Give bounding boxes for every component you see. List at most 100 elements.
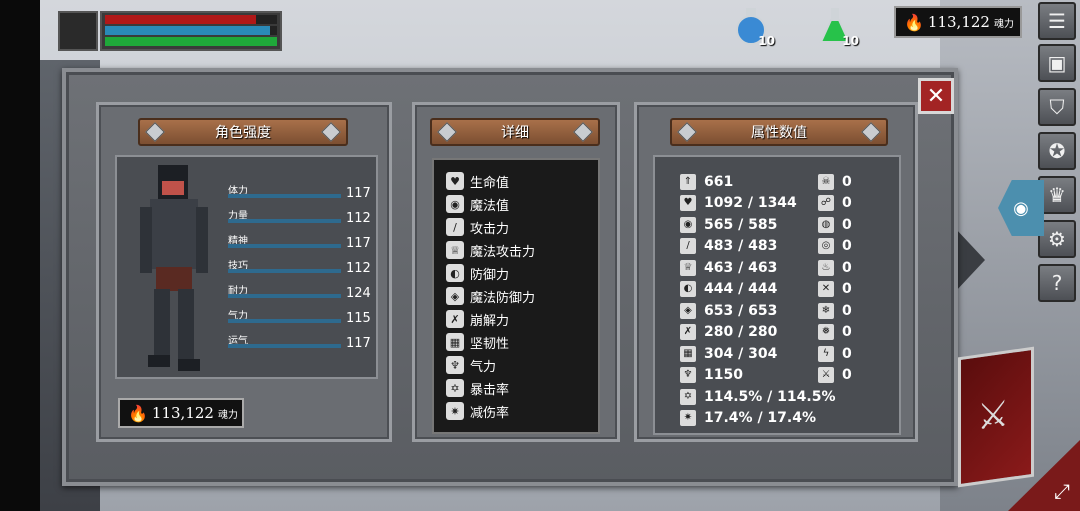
player-status-bars: [100, 11, 282, 51]
magic-attack-icon: ♕: [446, 241, 464, 259]
rivet-icon: [677, 122, 697, 142]
detail-item[interactable]: ✗ 崩解力: [446, 308, 509, 330]
resistance-row: ⚔ 0: [818, 364, 852, 385]
help-button[interactable]: ?: [1038, 264, 1076, 302]
resistance-row: ❅ 0: [818, 321, 852, 342]
attribute-value: 653 / 653: [704, 302, 778, 319]
stat-value: 124: [346, 286, 371, 301]
section-header: 角色强度: [138, 118, 348, 146]
resistance-row: ◍ 0: [818, 214, 852, 235]
blue-potion-slot[interactable]: 10: [733, 6, 775, 48]
screen-edge: [0, 0, 40, 511]
attribute-value: 463 / 463: [704, 259, 778, 276]
resistance-row: ☠ 0: [818, 171, 852, 192]
stat-value: 115: [346, 311, 371, 326]
menu-button[interactable]: ☰: [1038, 2, 1076, 40]
detail-item[interactable]: ♕ 魔法攻击力: [446, 239, 535, 261]
help-icon: ?: [1051, 271, 1063, 295]
resistance-row: ☍ 0: [818, 192, 852, 213]
fire-icon: ♨: [818, 259, 834, 276]
attribute-row: ✷ 17.4% / 17.4%: [680, 407, 816, 428]
skull-icon: ☠: [818, 173, 834, 190]
attribute-row: ◉ 565 / 585: [680, 214, 777, 235]
resistance-row: ♨ 0: [818, 257, 852, 278]
attribute-value: 661: [704, 173, 734, 190]
section-title: 详细: [501, 125, 529, 141]
green-potion-slot[interactable]: 10: [817, 6, 859, 48]
detail-item[interactable]: / 攻击力: [446, 216, 509, 238]
rivet-icon: [321, 122, 341, 142]
attribute-value: 17.4% / 17.4%: [704, 409, 816, 426]
stat-row: 力量 112: [228, 207, 371, 231]
compass-icon: ✪: [1048, 139, 1066, 163]
detail-label: 防御力: [470, 267, 510, 283]
attribute-row: ✡ 114.5% / 114.5%: [680, 386, 835, 407]
crossed-swords-icon: ⚔: [977, 393, 1010, 439]
resistance-row: ϟ0: [818, 343, 852, 364]
stat-row: 运气 117: [228, 332, 371, 356]
damage-reduction-icon: ✷: [446, 402, 464, 420]
toughness-icon: ▦: [446, 333, 464, 351]
attribute-value: 280 / 280: [704, 323, 778, 340]
detail-label: 魔法攻击力: [470, 244, 536, 260]
attribute-value: 444 / 444: [704, 280, 778, 297]
attribute-row: ♥ 1092 / 1344: [680, 192, 797, 213]
currency-unit: 魂力: [217, 409, 238, 421]
stat-bar: [228, 244, 341, 248]
frost-icon: ❄: [818, 302, 834, 319]
detail-label: 攻击力: [470, 221, 510, 237]
attribute-value: 114.5% / 114.5%: [704, 388, 836, 405]
potion-count: 10: [758, 34, 775, 48]
stat-value: 112: [346, 211, 371, 226]
detail-item[interactable]: ♥ 生命值: [446, 170, 509, 192]
detail-item[interactable]: ◐ 防御力: [446, 262, 509, 284]
close-button[interactable]: ✕: [918, 78, 954, 114]
stat-bar: [228, 294, 341, 298]
detail-item[interactable]: ✡ 暴击率: [446, 377, 509, 399]
magic-shield-icon: ◈: [446, 287, 464, 305]
detail-item[interactable]: ▦ 坚韧性: [446, 331, 509, 353]
stat-value: 117: [346, 336, 371, 351]
rivet-icon: [145, 122, 165, 142]
stat-row: 技巧 112: [228, 257, 371, 281]
heart-icon: ♥: [680, 194, 696, 211]
attribute-row: ♆ 1150: [680, 364, 743, 385]
poison-icon: ☍: [818, 194, 834, 211]
stat-value: 112: [346, 261, 371, 276]
character-model: [140, 165, 208, 371]
level-icon: ⇑: [680, 173, 696, 190]
equipment-button[interactable]: ▣: [1038, 44, 1076, 82]
detail-item[interactable]: ✷ 减伤率: [446, 400, 509, 422]
attribute-value: 1092 / 1344: [704, 194, 797, 211]
potion-count: 10: [842, 34, 859, 48]
detail-item[interactable]: ◉ 魔法值: [446, 193, 509, 215]
weapon-skill-button[interactable]: ⚔: [958, 346, 1034, 488]
helmet-button[interactable]: ⛉: [1038, 88, 1076, 126]
resistance-row: ❄ 0: [818, 300, 852, 321]
detail-item[interactable]: ◈ 魔法防御力: [446, 285, 535, 307]
player-portrait[interactable]: [58, 11, 98, 51]
break-icon: ✗: [446, 310, 464, 328]
stat-row: 精神 117: [228, 232, 371, 256]
damage-reduction-icon: ✷: [680, 409, 696, 426]
resistance-value: 0: [842, 194, 852, 211]
crown-icon: ♛: [1048, 183, 1066, 207]
detail-label: 暴击率: [470, 382, 510, 398]
stamina-bar: [105, 37, 277, 46]
stat-bar: [228, 344, 341, 348]
section-header: 属性数值: [670, 118, 888, 146]
rivet-icon: [573, 122, 593, 142]
map-button[interactable]: ✪: [1038, 132, 1076, 170]
detail-label: 魔法值: [470, 198, 510, 214]
hp-bar: [105, 15, 277, 24]
detail-label: 坚韧性: [470, 336, 510, 352]
mana-icon: ◉: [446, 195, 464, 213]
bleed-icon: ◎: [818, 237, 834, 254]
detail-label: 崩解力: [470, 313, 510, 329]
detail-item[interactable]: ♆ 气力: [446, 354, 496, 376]
resistance-value: 0: [842, 323, 852, 340]
ice-icon: ❅: [818, 323, 834, 340]
attribute-row: ♕ 463 / 463: [680, 257, 777, 278]
water-drop-icon: ◍: [818, 216, 834, 233]
attribute-row: ✗ 280 / 280: [680, 321, 777, 342]
